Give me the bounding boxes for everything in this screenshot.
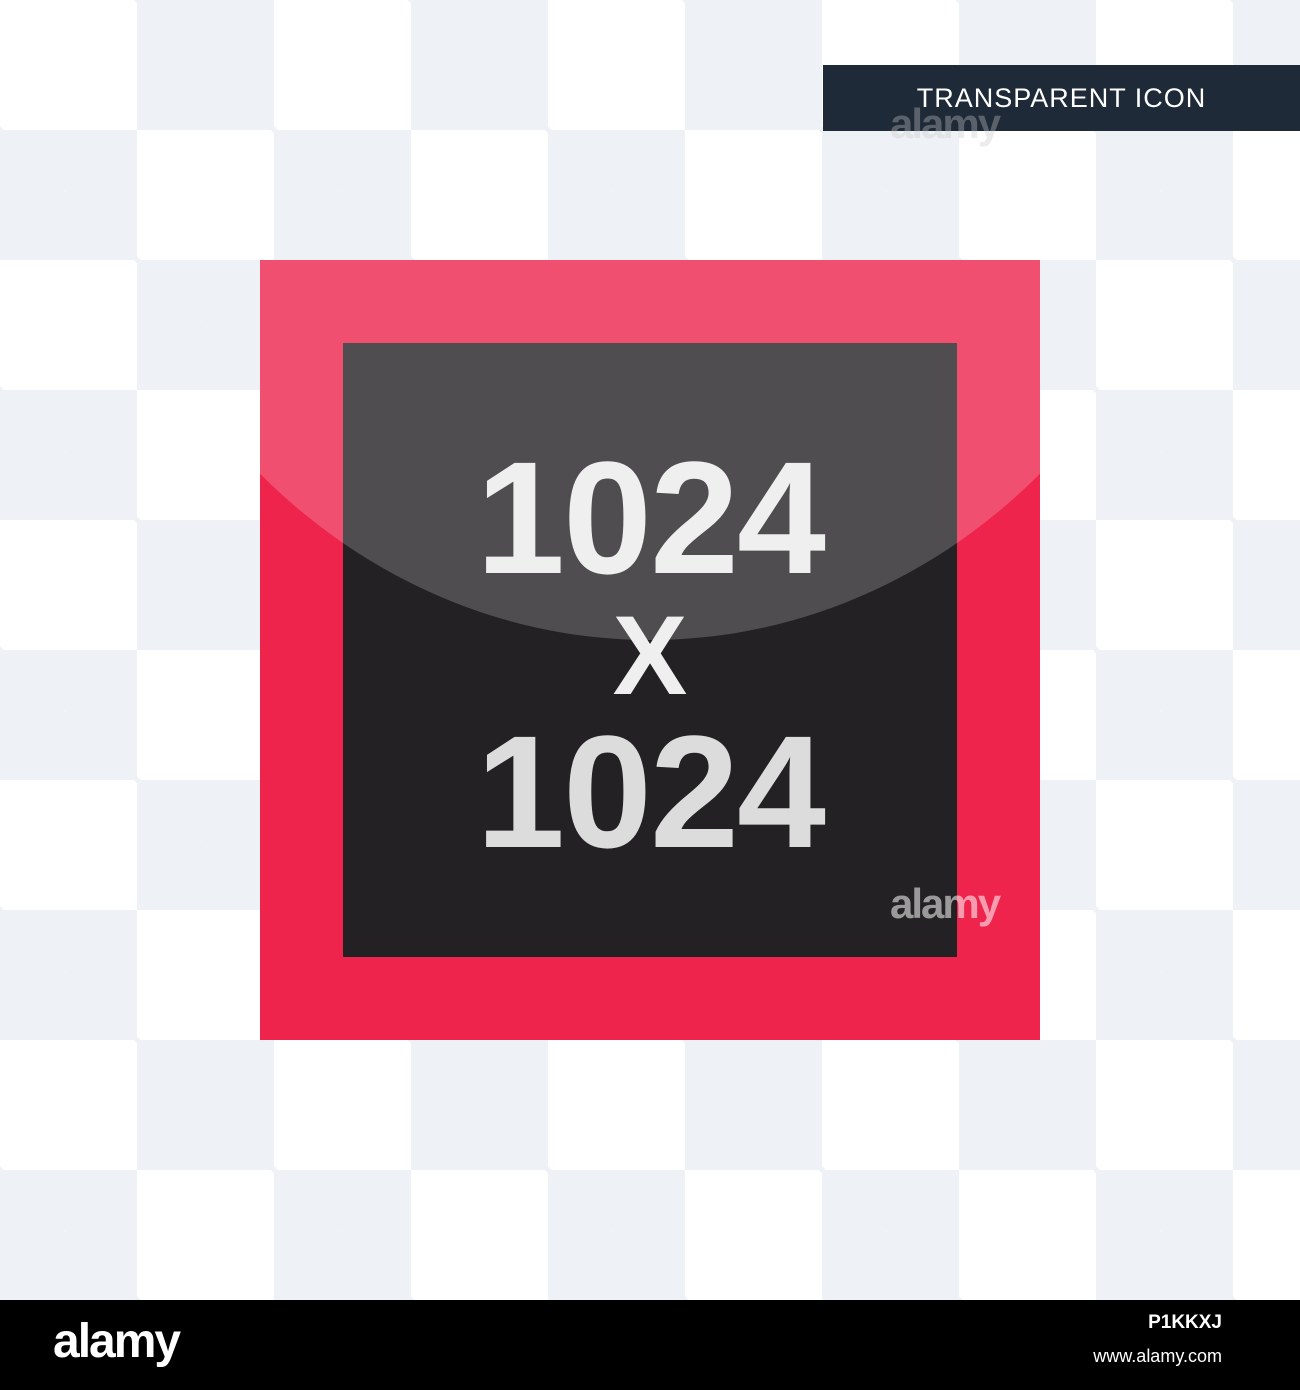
icon-width-text: 1024 <box>476 428 826 607</box>
footer-url: www.alamy.com <box>1093 1346 1222 1366</box>
footer-logo: alamy <box>53 1315 181 1368</box>
image-id: P1KKXJ <box>1148 1312 1222 1333</box>
icon-times-text: X <box>612 593 688 718</box>
footer-bar: alamy P1KKXJ www.alamy.com <box>0 1300 1300 1390</box>
watermark-text: alamy <box>890 880 1001 927</box>
watermark-text-top: alamy <box>890 100 1001 147</box>
icon-height-text: 1024 <box>476 702 826 881</box>
